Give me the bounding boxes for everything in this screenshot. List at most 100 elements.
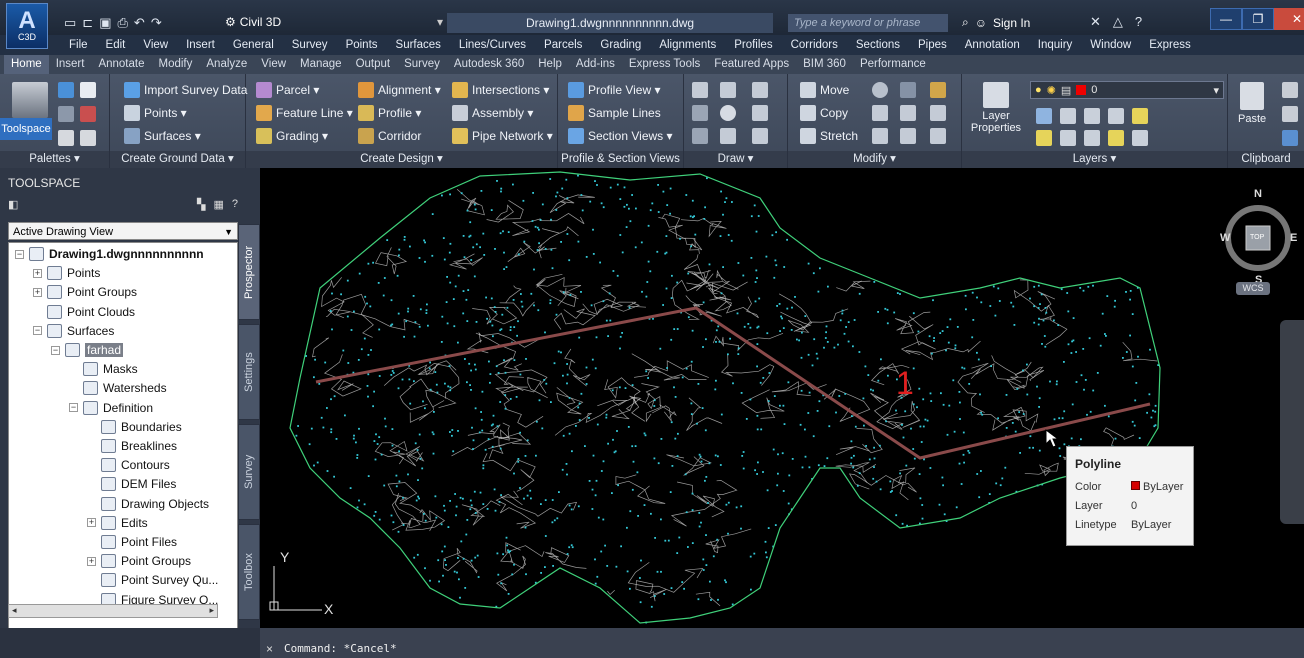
close-button[interactable]: ✕ [1274,8,1304,30]
prospector-icon[interactable] [58,82,74,98]
construction-line-icon[interactable] [692,105,708,121]
side-tab-survey[interactable]: Survey [238,424,260,520]
surface-drawing[interactable]: 1 Y X [260,168,1304,628]
create-ground-panel-title[interactable]: Create Ground Data ▾ [110,151,245,168]
pipe-network-button[interactable]: Pipe Network ▾ [452,128,553,144]
sample-lines-button[interactable]: Sample Lines [568,105,661,121]
new-file-icon[interactable]: ▭ [64,15,76,31]
layer-tool-4-icon[interactable] [1108,108,1124,124]
expand-toggle-icon[interactable]: − [69,403,78,413]
tab-modify[interactable]: Modify [152,55,200,74]
menu-item-edit[interactable]: Edit [97,39,135,51]
redo-icon[interactable]: ↷ [151,15,162,31]
tree-node[interactable]: − Definition [69,399,153,417]
circle-icon[interactable] [720,105,736,121]
clipboard-panel-title[interactable]: Clipboard [1228,151,1304,168]
move-button[interactable]: Move [800,82,849,98]
close-icon[interactable]: × [266,642,273,656]
profile-button[interactable]: Profile ▾ [358,105,421,121]
corridor-button[interactable]: Corridor [358,128,421,144]
trim-icon[interactable] [900,82,916,98]
tab-analyze[interactable]: Analyze [199,55,254,74]
layers-panel-title[interactable]: Layers ▾ [962,151,1227,168]
tab-featured-apps[interactable]: Featured Apps [707,55,796,74]
ellipse-icon[interactable] [720,128,736,144]
command-line[interactable]: × Command: *Cancel* [260,628,1304,658]
toolspace-label[interactable]: Toolspace [0,118,52,140]
menu-item-insert[interactable]: Insert [177,39,224,51]
arc-icon[interactable] [752,82,768,98]
tree-node[interactable]: − Surfaces [33,322,114,340]
menu-item-inquiry[interactable]: Inquiry [1029,39,1082,51]
draw-panel-title[interactable]: Draw ▾ [684,151,787,168]
create-design-panel-title[interactable]: Create Design ▾ [246,151,557,168]
expand-toggle-icon[interactable]: − [33,326,42,336]
menu-item-surfaces[interactable]: Surfaces [387,39,450,51]
application-menu-button[interactable]: A C3D [6,3,48,49]
layer-tool-1-icon[interactable] [1036,108,1052,124]
tree-node[interactable]: + Edits [87,514,148,532]
compass-w[interactable]: W [1220,232,1230,244]
menu-item-sections[interactable]: Sections [847,39,909,51]
hatch-icon[interactable] [752,128,768,144]
profile-section-panel-title[interactable]: Profile & Section Views [558,151,683,168]
fillet-icon[interactable] [900,105,916,121]
menu-item-window[interactable]: Window [1081,39,1140,51]
side-tab-prospector[interactable]: Prospector [238,224,260,320]
view-select[interactable]: Active Drawing View ▼ [8,222,238,240]
tree-node[interactable]: Contours [87,456,170,474]
menu-item-pipes[interactable]: Pipes [909,39,956,51]
drawing-canvas[interactable]: 1 Y X N S W E TOP WCS Polyline Color ByL… [260,168,1304,628]
scroll-left-icon[interactable]: ◂ [12,605,17,616]
sign-in-button[interactable]: ⌕ ☺ Sign In [962,15,1030,30]
surface-boundary[interactable] [289,171,1161,624]
stretch-button[interactable]: Stretch [800,128,858,144]
tab-output[interactable]: Output [349,55,398,74]
paste-button[interactable]: Paste [1238,82,1266,125]
menu-item-lines-curves[interactable]: Lines/Curves [450,39,535,51]
surfaces-button[interactable]: Surfaces ▾ [124,128,201,144]
menu-item-profiles[interactable]: Profiles [725,39,781,51]
polyline-icon[interactable] [720,82,736,98]
layer-tool-9-icon[interactable] [1108,130,1124,146]
tab-autodesk-360[interactable]: Autodesk 360 [447,55,531,74]
search-input[interactable]: Type a keyword or phrase [788,14,948,32]
navigation-bar[interactable] [1280,320,1304,524]
alignment-button[interactable]: Alignment ▾ [358,82,441,98]
menu-item-points[interactable]: Points [337,39,387,51]
restore-button[interactable]: ❐ [1242,8,1274,30]
layer-tool-2-icon[interactable] [1060,108,1076,124]
tab-express-tools[interactable]: Express Tools [622,55,707,74]
assembly-button[interactable]: Assembly ▾ [452,105,533,121]
tab-survey[interactable]: Survey [397,55,447,74]
wcs-menu[interactable]: WCS [1236,282,1270,295]
toolspace-list-icon[interactable]: ▦ [213,198,223,216]
copy-button[interactable]: Copy [800,105,848,121]
tree-node[interactable]: + Points [33,264,100,282]
profile-view-button[interactable]: Profile View ▾ [568,82,661,98]
tree-node[interactable]: − Drawing1.dwgnnnnnnnnnn [15,245,204,263]
tab-bim-360[interactable]: BIM 360 [796,55,853,74]
points-button[interactable]: Points ▾ [124,105,187,121]
tree-node[interactable]: − farhad [51,341,124,359]
expand-toggle-icon[interactable]: + [87,518,96,528]
tree-node[interactable]: + Point Groups [33,283,137,301]
erase-icon[interactable] [930,82,946,98]
toolspace-menu-icon[interactable]: ◧ [8,198,18,216]
copy-clip-icon[interactable] [1282,106,1298,122]
compass-e[interactable]: E [1290,232,1297,244]
minimize-button[interactable]: — [1210,8,1242,30]
toolbox2-icon[interactable] [80,130,96,146]
side-tab-toolbox[interactable]: Toolbox [238,524,260,620]
layer-tool-6-icon[interactable] [1036,130,1052,146]
layer-tool-10-icon[interactable] [1132,130,1148,146]
parcel-button[interactable]: Parcel ▾ [256,82,319,98]
scale-icon[interactable] [872,128,888,144]
tab-insert[interactable]: Insert [49,55,92,74]
line-icon[interactable] [692,82,708,98]
tree-node[interactable]: Masks [69,360,138,378]
import-survey-data-button[interactable]: Import Survey Data [124,82,247,98]
cut-icon[interactable] [1282,82,1298,98]
tab-home[interactable]: Home [4,55,49,74]
tree-node[interactable]: Point Survey Qu... [87,571,218,589]
